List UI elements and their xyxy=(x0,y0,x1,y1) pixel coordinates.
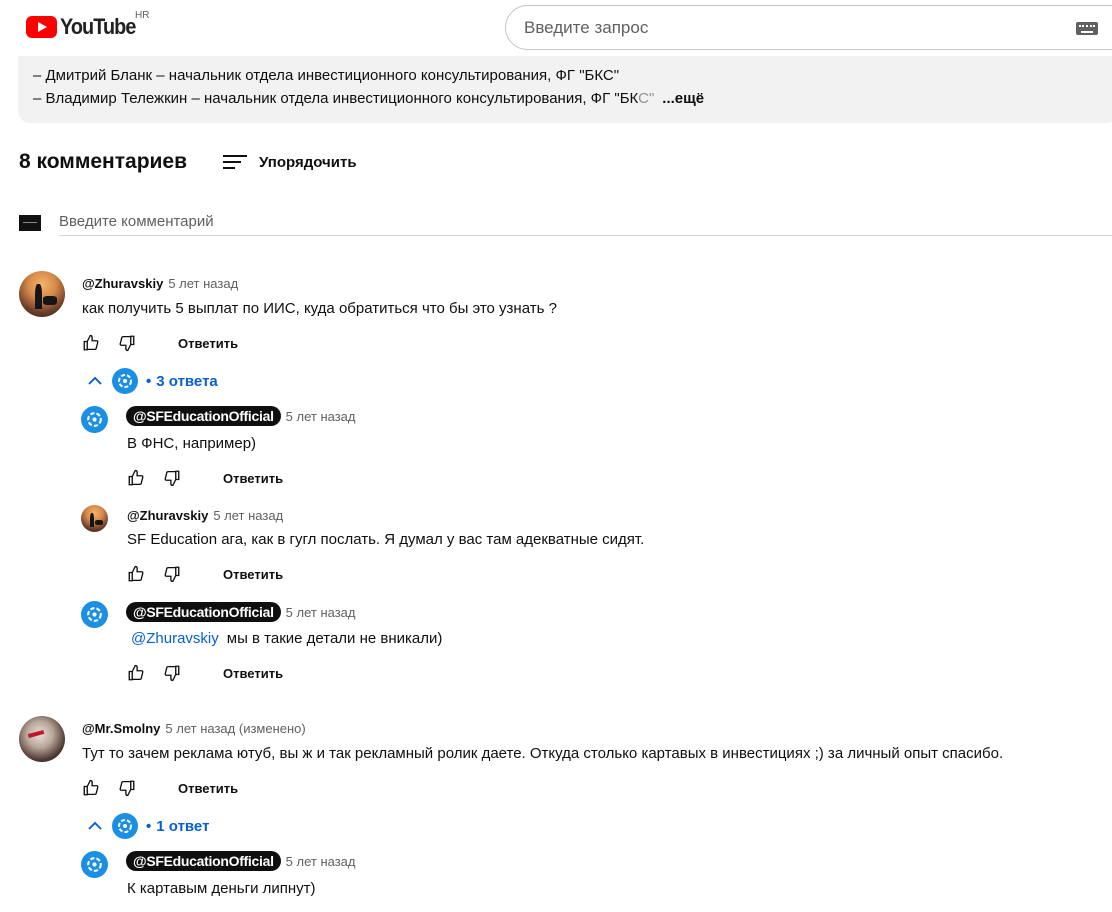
search-box[interactable] xyxy=(505,5,1112,50)
reply-time[interactable]: 5 лет назад xyxy=(286,409,356,424)
comment-meta: @Mr.Smolny 5 лет назад (изменено) xyxy=(82,721,306,736)
avatar[interactable] xyxy=(19,716,65,762)
youtube-logo[interactable]: YouTube xyxy=(26,14,144,40)
youtube-play-icon xyxy=(26,16,57,38)
comment-time[interactable]: 5 лет назад (изменено) xyxy=(165,721,305,736)
reply-button[interactable]: Ответить xyxy=(178,336,238,351)
avatar[interactable] xyxy=(81,851,108,878)
comment-author[interactable]: @Zhuravskiy xyxy=(82,276,163,291)
description-line: – Дмитрий Бланк – начальник отдела инвес… xyxy=(33,67,620,84)
like-icon[interactable] xyxy=(125,563,147,585)
comment-input[interactable] xyxy=(59,208,1112,236)
description-line-text: – Владимир Тележкин – начальник отдела и… xyxy=(33,90,639,107)
like-icon[interactable] xyxy=(80,332,102,354)
creator-badge-author[interactable]: @SFEducationOfficial xyxy=(126,602,281,622)
separator-dot: • xyxy=(146,372,152,390)
reply-text: @Zhuravskiy мы в такие детали не вникали) xyxy=(127,630,442,647)
sort-label: Упорядочить xyxy=(259,153,357,171)
reply-button[interactable]: Ответить xyxy=(223,567,283,582)
avatar[interactable] xyxy=(19,271,65,317)
keyboard-icon[interactable] xyxy=(1076,22,1098,35)
avatar[interactable] xyxy=(81,505,108,532)
reply-actions: Ответить xyxy=(125,466,283,490)
comment-meta: @Zhuravskiy 5 лет назад xyxy=(82,276,238,291)
separator-dot: • xyxy=(146,817,152,835)
comment-actions: Ответить xyxy=(80,331,238,355)
avatar[interactable] xyxy=(81,406,108,433)
reply-text-body: мы в такие детали не вникали) xyxy=(226,630,443,647)
comments-count: 8 комментариев xyxy=(19,150,188,173)
replies-count: 3 ответа xyxy=(156,372,218,390)
reply-time[interactable]: 5 лет назад xyxy=(213,508,283,523)
comment-time[interactable]: 5 лет назад xyxy=(168,276,238,291)
replies-count: 1 ответ xyxy=(156,817,210,835)
comment-author[interactable]: @Mr.Smolny xyxy=(82,721,160,736)
search-input[interactable] xyxy=(524,17,1024,38)
sort-icon xyxy=(223,153,248,171)
reply-meta: @Zhuravskiy 5 лет назад xyxy=(127,508,283,523)
like-icon[interactable] xyxy=(80,777,102,799)
like-icon[interactable] xyxy=(125,662,147,684)
comment-text: Тут то зачем реклама ютуб, вы ж и так ре… xyxy=(82,745,1004,762)
reply-meta: @SFEducationOfficial 5 лет назад xyxy=(126,602,356,622)
reply-meta: @SFEducationOfficial 5 лет назад xyxy=(126,851,356,871)
dislike-icon[interactable] xyxy=(161,467,183,489)
reply-button[interactable]: Ответить xyxy=(178,781,238,796)
reply-text: SF Education ага, как в гугл послать. Я … xyxy=(127,531,645,548)
reply-actions: Ответить xyxy=(125,661,283,685)
sort-button[interactable]: Упорядочить xyxy=(223,153,357,171)
dislike-icon[interactable] xyxy=(161,662,183,684)
comments-header: 8 комментариев Упорядочить xyxy=(19,150,357,174)
description-fade-text: С" xyxy=(638,90,655,107)
reply-text: В ФНС, например) xyxy=(127,435,257,452)
show-more-button[interactable]: ...ещё xyxy=(662,90,704,107)
reply-meta: @SFEducationOfficial 5 лет назад xyxy=(126,406,356,426)
reply-author[interactable]: @Zhuravskiy xyxy=(127,508,208,523)
avatar[interactable] xyxy=(81,601,108,628)
sf-avatar-icon xyxy=(112,813,138,839)
dislike-icon[interactable] xyxy=(116,332,138,354)
dislike-icon[interactable] xyxy=(161,563,183,585)
chevron-up-icon xyxy=(84,370,106,392)
description-line: – Владимир Тележкин – начальник отдела и… xyxy=(33,87,1112,110)
comment-text: как получить 5 выплат по ИИС, куда обрат… xyxy=(82,300,557,317)
reply-time[interactable]: 5 лет назад xyxy=(286,605,356,620)
creator-badge-author[interactable]: @SFEducationOfficial xyxy=(126,406,281,426)
chevron-up-icon xyxy=(84,815,106,837)
like-icon[interactable] xyxy=(125,467,147,489)
reply-actions: Ответить xyxy=(125,562,283,586)
sf-avatar-icon xyxy=(112,368,138,394)
reply-button[interactable]: Ответить xyxy=(223,666,283,681)
region-code: HR xyxy=(135,10,150,21)
reply-button[interactable]: Ответить xyxy=(223,471,283,486)
reply-time[interactable]: 5 лет назад xyxy=(286,854,356,869)
dislike-icon[interactable] xyxy=(116,777,138,799)
reply-text: К картавым деньги липнут) xyxy=(127,880,316,897)
logo-text: YouTube xyxy=(60,14,136,39)
user-avatar[interactable] xyxy=(19,215,41,231)
comment-actions: Ответить xyxy=(80,776,238,800)
replies-toggle[interactable]: • 1 ответ xyxy=(84,813,209,839)
creator-badge-author[interactable]: @SFEducationOfficial xyxy=(126,851,281,871)
masthead: YouTube HR xyxy=(0,0,1112,56)
mention-link[interactable]: @Zhuravskiy xyxy=(131,630,219,647)
replies-toggle[interactable]: • 3 ответа xyxy=(84,368,218,394)
